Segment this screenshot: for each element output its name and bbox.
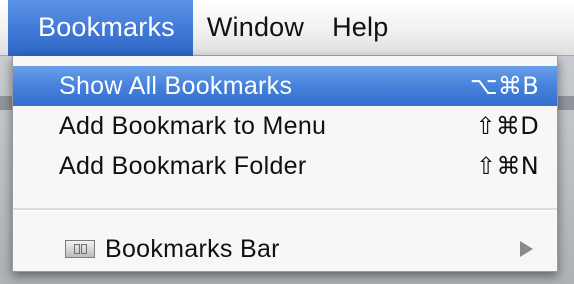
bookmarks-dropdown-menu: Show All Bookmarks ⌥⌘B Add Bookmark to M… (12, 56, 558, 272)
menu-item-label: Add Bookmark to Menu (59, 111, 327, 140)
menubar-item-help[interactable]: Help (318, 0, 402, 56)
bookmarks-bar-icon (65, 240, 95, 258)
menu-item-shortcut: ⇧⌘D (475, 112, 539, 140)
menubar-item-label: Bookmarks (38, 12, 175, 42)
menu-item-shortcut: ⇧⌘N (476, 152, 539, 180)
menu-item-shortcut: ⌥⌘B (469, 72, 539, 100)
menubar-item-bookmarks[interactable]: Bookmarks (8, 0, 193, 56)
menu-bar: Bookmarks Window Help (0, 0, 574, 56)
menubar-item-label: Help (332, 12, 389, 42)
menubar-item-window[interactable]: Window (193, 0, 318, 56)
menu-item-show-all-bookmarks[interactable]: Show All Bookmarks ⌥⌘B (13, 66, 557, 106)
submenu-arrow-icon (520, 241, 533, 257)
menu-item-label: Add Bookmark Folder (59, 151, 307, 180)
menu-item-bookmarks-bar[interactable]: Bookmarks Bar (13, 229, 557, 269)
menu-separator (13, 208, 557, 211)
menu-item-label: Bookmarks Bar (105, 234, 280, 263)
menu-item-add-bookmark-to-menu[interactable]: Add Bookmark to Menu ⇧⌘D (13, 106, 557, 146)
menubar-item-label: Window (206, 12, 305, 42)
menu-item-add-bookmark-folder[interactable]: Add Bookmark Folder ⇧⌘N (13, 146, 557, 186)
menu-item-label: Show All Bookmarks (59, 71, 293, 100)
